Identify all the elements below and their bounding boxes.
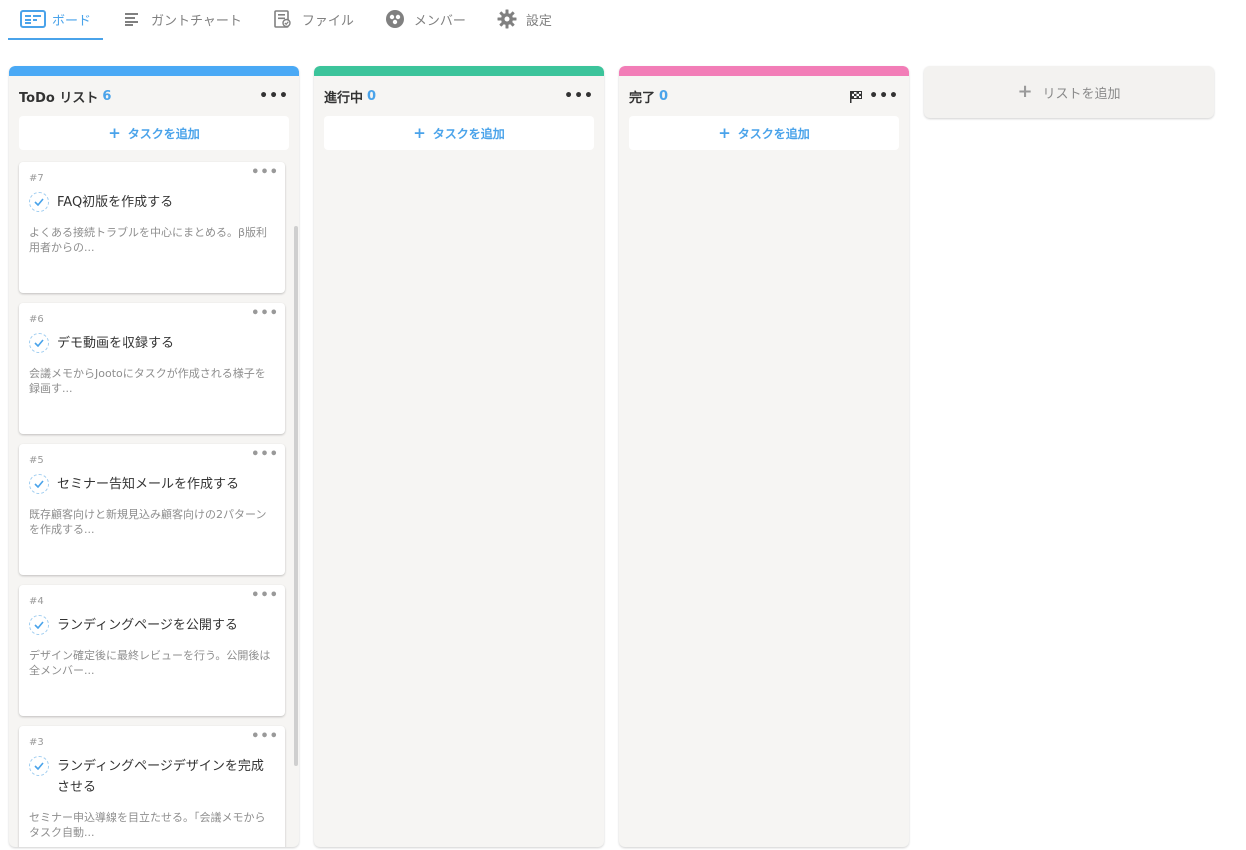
add-task-label: タスクを追加: [432, 126, 505, 141]
task-description: デザイン確定後に最終レビューを行う。公開後は全メンバー...: [29, 649, 271, 677]
add-task-label: タスクを追加: [737, 126, 810, 141]
task-card[interactable]: ••• #4 ランディングページを公開する デザイン確定後に最終レビューを行う。…: [19, 585, 285, 716]
file-icon: [270, 9, 296, 29]
list-more-icon[interactable]: •••: [869, 89, 899, 103]
plus-icon: +: [1017, 81, 1033, 102]
tab-members[interactable]: メンバー: [370, 0, 478, 40]
add-task-button[interactable]: + タスクを追加: [629, 116, 899, 150]
card-more-icon[interactable]: •••: [251, 729, 279, 744]
task-card[interactable]: ••• #5 セミナー告知メールを作成する 既存顧客向けと新規見込み顧客向けの2…: [19, 444, 285, 575]
task-title: FAQ初版を作成する: [57, 195, 174, 210]
list-scrollbar[interactable]: [294, 226, 298, 766]
list-color-bar: [619, 66, 909, 76]
task-card[interactable]: ••• #7 FAQ初版を作成する よくある接続トラブルを中心にまとめる。β版利…: [19, 162, 285, 293]
complete-check-icon[interactable]: [29, 333, 49, 353]
complete-check-icon[interactable]: [29, 192, 49, 212]
complete-check-icon[interactable]: [29, 474, 49, 494]
tab-board[interactable]: ボード: [8, 0, 104, 40]
task-description: 会議メモからJootoにタスクが作成される様子を録画す...: [29, 367, 266, 395]
card-more-icon[interactable]: •••: [251, 165, 279, 180]
gantt-icon: [119, 9, 145, 29]
list-count: 0: [659, 88, 669, 104]
list-title[interactable]: 進行中: [324, 87, 363, 106]
plus-icon: +: [108, 123, 121, 142]
tab-settings-label: 設定: [525, 13, 552, 29]
tab-gantt[interactable]: ガントチャート: [107, 0, 254, 40]
card-more-icon[interactable]: •••: [251, 306, 279, 321]
add-list-label: リストを追加: [1042, 86, 1121, 102]
task-number: #6: [29, 314, 44, 325]
list-header: ToDo リスト 6 •••: [9, 76, 299, 116]
add-list-button[interactable]: + リストを追加: [924, 66, 1214, 118]
tab-gantt-label: ガントチャート: [151, 13, 242, 29]
add-task-button[interactable]: + タスクを追加: [19, 116, 289, 150]
list-header: 進行中 0 •••: [314, 76, 604, 116]
list-color-bar: [314, 66, 604, 76]
add-task-button[interactable]: + タスクを追加: [324, 116, 594, 150]
task-description: セミナー申込導線を目立たせる。「会議メモからタスク自動...: [29, 811, 266, 839]
top-nav: ボード ガントチャート ファイル メンバー 設定: [8, 0, 568, 42]
task-description: 既存顧客向けと新規見込み顧客向けの2パターンを作成する...: [29, 508, 267, 536]
plus-icon: +: [413, 123, 426, 142]
plus-icon: +: [718, 123, 731, 142]
task-description: よくある接続トラブルを中心にまとめる。β版利用者からの...: [29, 226, 268, 254]
card-list: ••• #7 FAQ初版を作成する よくある接続トラブルを中心にまとめる。β版利…: [19, 162, 285, 847]
card-more-icon[interactable]: •••: [251, 447, 279, 462]
tab-board-label: ボード: [52, 13, 92, 29]
tab-members-label: メンバー: [413, 13, 466, 29]
gear-icon: [494, 9, 520, 29]
add-task-label: タスクを追加: [127, 126, 200, 141]
list-color-bar: [9, 66, 299, 76]
tab-files-label: ファイル: [301, 13, 354, 29]
checkered-flag-icon[interactable]: [849, 89, 863, 103]
task-title: ランディングページを公開する: [57, 618, 238, 633]
task-card[interactable]: ••• #6 デモ動画を収録する 会議メモからJootoにタスクが作成される様子…: [19, 303, 285, 434]
board-icon: [20, 9, 46, 29]
tab-files[interactable]: ファイル: [258, 0, 366, 40]
complete-check-icon[interactable]: [29, 615, 49, 635]
list-more-icon[interactable]: •••: [564, 89, 594, 103]
card-more-icon[interactable]: •••: [251, 588, 279, 603]
list-title[interactable]: ToDo リスト: [19, 87, 98, 106]
list-count: 6: [102, 88, 112, 104]
task-number: #4: [29, 596, 44, 607]
list-more-icon[interactable]: •••: [259, 89, 289, 103]
task-title: セミナー告知メールを作成する: [57, 477, 240, 492]
members-icon: [382, 9, 408, 29]
list-title[interactable]: 完了: [629, 87, 655, 106]
task-card[interactable]: ••• #3 ランディングページデザインを完成させる セミナー申込導線を目立たせ…: [19, 726, 285, 847]
tab-settings[interactable]: 設定: [482, 0, 564, 40]
task-title: ランディングページデザインを完成させる: [57, 759, 264, 795]
list-count: 0: [367, 88, 377, 104]
task-number: #3: [29, 737, 44, 748]
list-header: 完了 0 •••: [619, 76, 909, 116]
task-number: #5: [29, 455, 44, 466]
list-in-progress: 進行中 0 ••• + タスクを追加: [314, 66, 604, 847]
list-todo: ToDo リスト 6 ••• + タスクを追加 ••• #7 FAQ初版を作成す…: [9, 66, 299, 847]
complete-check-icon[interactable]: [29, 756, 49, 776]
task-number: #7: [29, 173, 44, 184]
task-title: デモ動画を収録する: [57, 336, 175, 351]
list-done: 完了 0 ••• + タスクを追加: [619, 66, 909, 847]
